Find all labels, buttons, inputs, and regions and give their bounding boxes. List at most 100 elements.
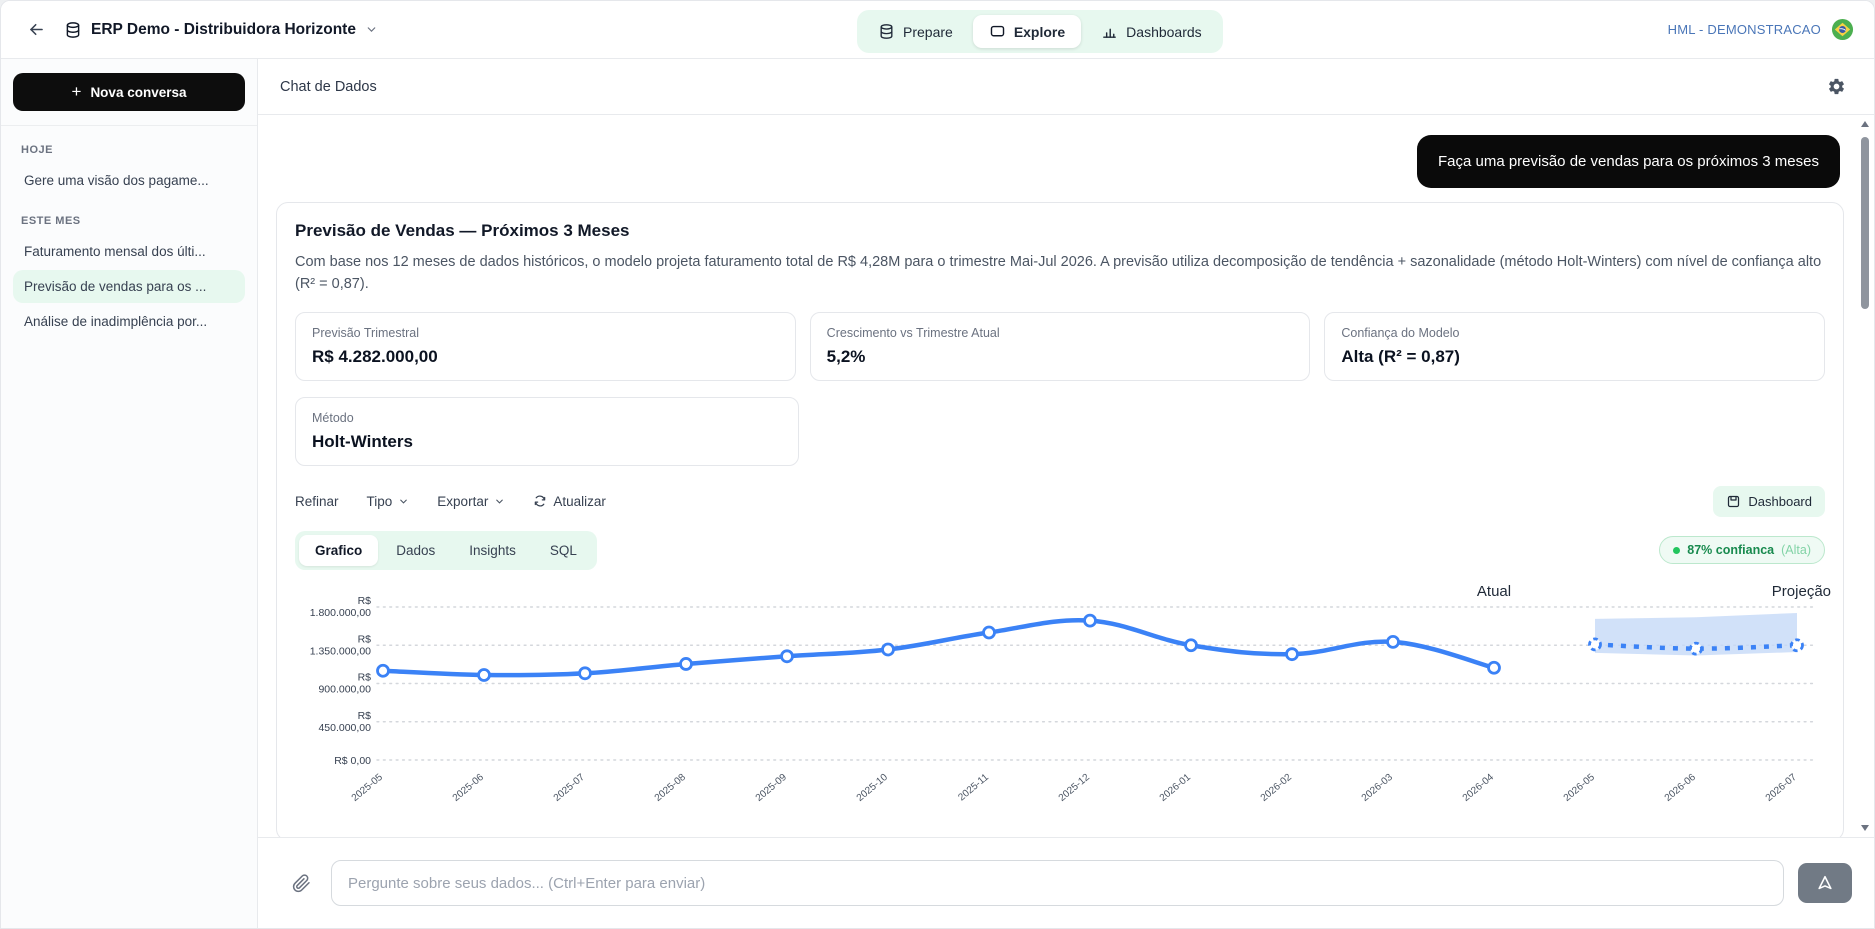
refresh-button[interactable]: Atualizar bbox=[533, 490, 606, 513]
chat-panel: Chat de Dados Faça uma previsão de venda… bbox=[258, 59, 1874, 928]
tab-dados[interactable]: Dados bbox=[380, 535, 451, 566]
svg-text:1.350.000,00: 1.350.000,00 bbox=[310, 645, 371, 657]
tab-insights[interactable]: Insights bbox=[453, 535, 532, 566]
sidebar-divider bbox=[1, 125, 257, 126]
database-icon bbox=[64, 21, 82, 39]
metrics-row-1: Previsão Trimestral R$ 4.282.000,00 Cres… bbox=[295, 312, 1825, 381]
refresh-label: Atualizar bbox=[553, 494, 606, 509]
svg-text:R$: R$ bbox=[358, 633, 372, 645]
svg-text:Projeção: Projeção bbox=[1772, 583, 1831, 600]
svg-text:2025-08: 2025-08 bbox=[653, 772, 689, 804]
brazil-flag-icon[interactable] bbox=[1831, 18, 1854, 41]
new-conversation-label: Nova conversa bbox=[90, 85, 186, 100]
gear-icon bbox=[1827, 77, 1846, 96]
user-message-bubble: Faça uma previsão de vendas para os próx… bbox=[1417, 135, 1840, 188]
conversation-item[interactable]: Faturamento mensal dos últi... bbox=[13, 235, 245, 268]
svg-text:R$: R$ bbox=[358, 671, 372, 683]
tab-explore[interactable]: Explore bbox=[973, 15, 1081, 48]
tab-dashboards[interactable]: Dashboards bbox=[1085, 15, 1218, 48]
settings-button[interactable] bbox=[1821, 71, 1852, 102]
conversation-item-active[interactable]: Previsão de vendas para os ... bbox=[13, 270, 245, 303]
confidence-text: 87% confianca bbox=[1687, 543, 1774, 557]
send-button[interactable] bbox=[1798, 863, 1852, 903]
chevron-down-icon bbox=[494, 496, 505, 507]
confidence-suffix: (Alta) bbox=[1781, 543, 1811, 557]
svg-text:R$: R$ bbox=[358, 710, 372, 722]
section-title-este-mes: ESTE MES bbox=[21, 215, 237, 227]
top-header: ERP Demo - Distribuidora Horizonte Prepa… bbox=[1, 1, 1874, 59]
attach-button[interactable] bbox=[286, 868, 317, 899]
back-button[interactable] bbox=[21, 14, 52, 45]
send-icon bbox=[1815, 873, 1835, 893]
svg-text:900.000,00: 900.000,00 bbox=[318, 683, 371, 695]
type-dropdown[interactable]: Tipo bbox=[367, 490, 410, 513]
conversation-item[interactable]: Gere uma visão dos pagame... bbox=[13, 164, 245, 197]
forecast-card-description: Com base nos 12 meses de dados histórico… bbox=[295, 251, 1825, 296]
svg-text:2026-03: 2026-03 bbox=[1360, 772, 1396, 804]
tab-label: Explore bbox=[1014, 24, 1065, 40]
chevron-down-icon bbox=[398, 496, 409, 507]
metric-value: Holt-Winters bbox=[312, 432, 782, 452]
scroll-down-arrow[interactable] bbox=[1861, 825, 1869, 831]
metric-label: Confiança do Modelo bbox=[1341, 326, 1808, 340]
metrics-row-2: Método Holt-Winters bbox=[295, 397, 1825, 466]
metric-label: Método bbox=[312, 411, 782, 425]
svg-text:2026-06: 2026-06 bbox=[1663, 772, 1699, 804]
tab-grafico[interactable]: Grafico bbox=[299, 535, 378, 566]
forecast-card-title: Previsão de Vendas — Próximos 3 Meses bbox=[295, 221, 1825, 241]
conversation-item[interactable]: Análise de inadimplência por... bbox=[13, 305, 245, 338]
vertical-scrollbar[interactable] bbox=[1858, 117, 1872, 835]
export-dropdown[interactable]: Exportar bbox=[437, 490, 505, 513]
metric-card-confianca: Confiança do Modelo Alta (R² = 0,87) bbox=[1324, 312, 1825, 381]
svg-text:2025-05: 2025-05 bbox=[350, 772, 386, 804]
tab-label: Prepare bbox=[903, 24, 953, 40]
svg-text:2025-09: 2025-09 bbox=[754, 772, 790, 804]
metric-card-metodo: Método Holt-Winters bbox=[295, 397, 799, 466]
paperclip-icon bbox=[292, 874, 311, 893]
refine-button[interactable]: Refinar bbox=[295, 490, 339, 513]
dashboard-label: Dashboard bbox=[1748, 494, 1812, 509]
section-title-hoje: HOJE bbox=[21, 144, 237, 156]
tab-sql[interactable]: SQL bbox=[534, 535, 593, 566]
datasource-selector[interactable]: ERP Demo - Distribuidora Horizonte bbox=[64, 21, 378, 39]
scroll-up-arrow[interactable] bbox=[1861, 121, 1869, 127]
chevron-down-icon bbox=[365, 23, 378, 36]
svg-text:2025-11: 2025-11 bbox=[956, 772, 991, 804]
view-tabs: Grafico Dados Insights SQL bbox=[295, 531, 597, 570]
confidence-badge: 87% confianca (Alta) bbox=[1659, 536, 1825, 564]
tab-label: Dashboards bbox=[1126, 24, 1202, 40]
svg-text:450.000,00: 450.000,00 bbox=[318, 722, 371, 734]
svg-text:1.800.000,00: 1.800.000,00 bbox=[310, 607, 371, 619]
chat-icon bbox=[989, 23, 1006, 40]
tab-prepare[interactable]: Prepare bbox=[862, 15, 969, 48]
message-composer bbox=[258, 837, 1874, 928]
add-to-dashboard-button[interactable]: Dashboard bbox=[1713, 486, 1825, 517]
result-toolbar: Refinar Tipo Exportar bbox=[295, 486, 1825, 517]
svg-text:2026-04: 2026-04 bbox=[1461, 772, 1497, 804]
svg-text:2026-01: 2026-01 bbox=[1158, 772, 1194, 804]
app-window: ERP Demo - Distribuidora Horizonte Prepa… bbox=[0, 0, 1875, 929]
conversations-sidebar: + Nova conversa HOJE Gere uma visão dos … bbox=[1, 59, 258, 928]
new-conversation-button[interactable]: + Nova conversa bbox=[13, 73, 245, 111]
svg-text:R$: R$ bbox=[358, 595, 372, 607]
svg-text:2025-06: 2025-06 bbox=[451, 772, 487, 804]
chat-scroll-area[interactable]: Faça uma previsão de vendas para os próx… bbox=[258, 115, 1874, 837]
environment-group: HML - DEMONSTRACAO bbox=[1668, 18, 1854, 41]
type-label: Tipo bbox=[367, 494, 393, 509]
metric-card-crescimento: Crescimento vs Trimestre Atual 5,2% bbox=[810, 312, 1311, 381]
database-icon bbox=[878, 23, 895, 40]
svg-text:2025-12: 2025-12 bbox=[1057, 772, 1093, 804]
green-dot-icon bbox=[1673, 547, 1680, 554]
svg-text:R$ 0,00: R$ 0,00 bbox=[334, 755, 371, 767]
metric-label: Crescimento vs Trimestre Atual bbox=[827, 326, 1294, 340]
chat-input[interactable] bbox=[331, 860, 1784, 906]
refine-label: Refinar bbox=[295, 494, 339, 509]
scrollbar-thumb[interactable] bbox=[1861, 137, 1869, 309]
svg-text:Atual: Atual bbox=[1477, 583, 1511, 600]
forecast-card: Previsão de Vendas — Próximos 3 Meses Co… bbox=[276, 202, 1844, 837]
svg-text:2026-07: 2026-07 bbox=[1764, 772, 1800, 804]
chat-header: Chat de Dados bbox=[258, 59, 1874, 115]
arrow-left-icon bbox=[27, 20, 46, 39]
svg-text:2026-05: 2026-05 bbox=[1562, 772, 1598, 804]
svg-text:2026-02: 2026-02 bbox=[1259, 772, 1295, 804]
